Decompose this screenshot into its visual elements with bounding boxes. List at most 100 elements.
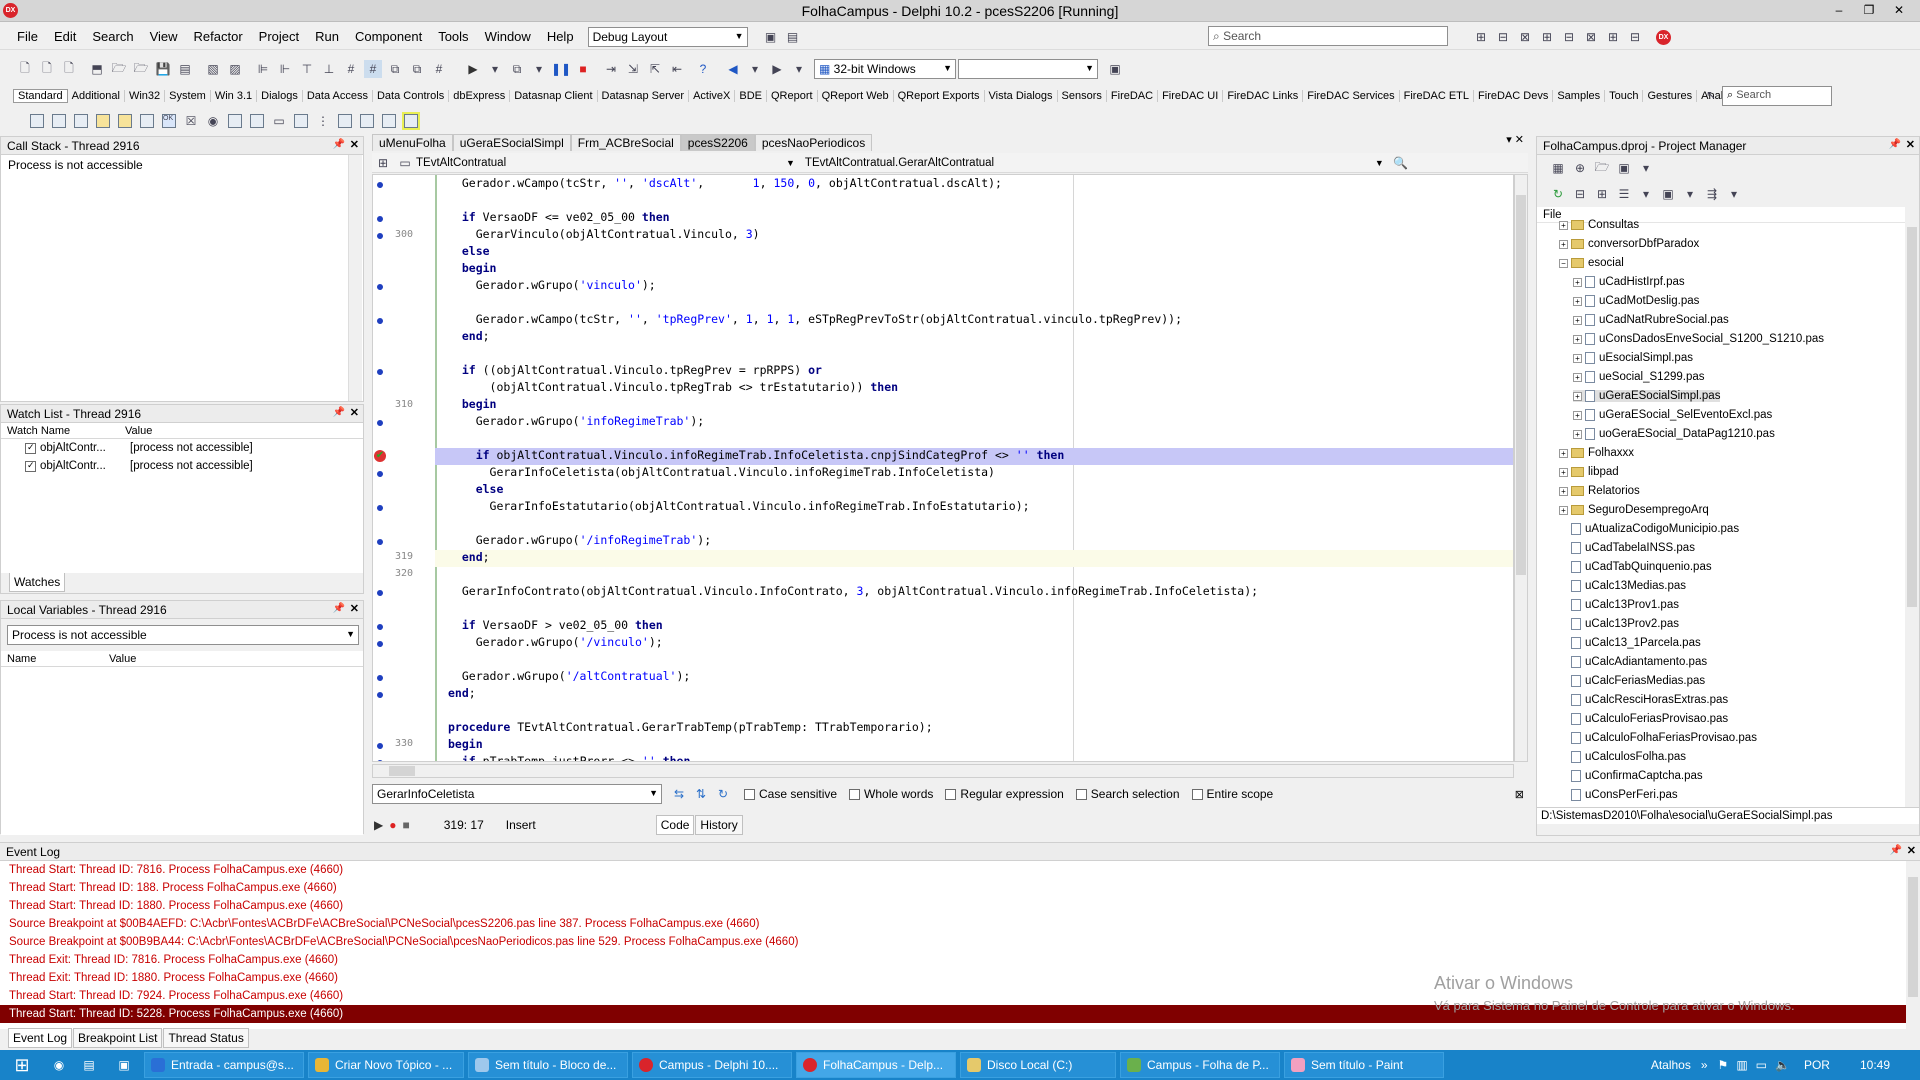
tree-file[interactable]: +uCadTabelaINSS.pas bbox=[1559, 542, 1695, 554]
align-left-icon[interactable]: ⊞ bbox=[1472, 28, 1490, 46]
ide-search-input[interactable]: ⌕ Search bbox=[1208, 26, 1448, 46]
menu-run[interactable]: Run bbox=[307, 29, 347, 44]
project-vscrollbar[interactable] bbox=[1905, 207, 1919, 807]
palette-tab[interactable]: BDE bbox=[735, 90, 767, 102]
unit-icon[interactable]: ▭ bbox=[396, 154, 414, 172]
expand-icon[interactable]: + bbox=[1573, 296, 1582, 306]
grid-icon[interactable]: # bbox=[342, 60, 360, 78]
expand-icon[interactable]: ⊞ bbox=[1593, 185, 1611, 203]
palette-search-input[interactable]: ⌕ Search bbox=[1722, 86, 1832, 106]
open-icon[interactable]: ⬒ bbox=[88, 60, 106, 78]
platform-select[interactable]: ▦ 32-bit Windows ▼ bbox=[814, 59, 956, 79]
tree-file[interactable]: + uCadNatRubreSocial.pas bbox=[1573, 314, 1729, 326]
new-unit-icon[interactable]: 🗋 bbox=[60, 60, 78, 78]
menu-help[interactable]: Help bbox=[539, 29, 582, 44]
expand-icon[interactable]: + bbox=[1573, 277, 1582, 287]
popupmenu-icon[interactable] bbox=[72, 112, 90, 130]
palette-tab[interactable]: QReport Web bbox=[818, 90, 894, 102]
tree-file[interactable]: + ueSocial_S1299.pas bbox=[1573, 371, 1705, 383]
tree-folder[interactable]: − esocial bbox=[1559, 257, 1624, 269]
menu-refactor[interactable]: Refactor bbox=[186, 29, 251, 44]
log-line[interactable]: Thread Start: Thread ID: 1880. Process F… bbox=[0, 897, 1920, 915]
sync-icon[interactable]: ↻ bbox=[1549, 185, 1567, 203]
snap-grid-icon[interactable]: # bbox=[364, 60, 382, 78]
structure-icon[interactable]: ⊞ bbox=[374, 154, 392, 172]
volume-icon[interactable]: 🔈 bbox=[1775, 1058, 1790, 1072]
pin-icon[interactable]: 📌 bbox=[1890, 845, 1902, 856]
tree-file[interactable]: +uCalc13_1Parcela.pas bbox=[1559, 637, 1701, 649]
expand-icon[interactable]: + bbox=[1559, 505, 1568, 515]
deploy-icon[interactable]: ▣ bbox=[1106, 60, 1124, 78]
pin-icon[interactable]: 📌 bbox=[333, 407, 345, 418]
task-delphi-campus[interactable]: Campus - Delphi 10.... bbox=[632, 1052, 792, 1078]
task-explorer[interactable]: Disco Local (C:) bbox=[960, 1052, 1116, 1078]
actionlist-icon[interactable] bbox=[358, 112, 376, 130]
scrollbar-icon[interactable]: ▭ bbox=[270, 112, 288, 130]
tree-folder[interactable]: + SeguroDesempregoArq bbox=[1559, 504, 1709, 516]
close-tab-icon[interactable]: ▾ ✕ bbox=[1506, 133, 1524, 146]
breakpoint-dot-icon[interactable] bbox=[377, 675, 383, 681]
tab-code[interactable]: Code bbox=[655, 815, 695, 835]
breakpoint-dot-icon[interactable] bbox=[377, 505, 383, 511]
radiogroup-icon[interactable]: ⋮ bbox=[314, 112, 332, 130]
breakpoint-dot-icon[interactable] bbox=[377, 743, 383, 749]
tree-folder[interactable]: + Consultas bbox=[1559, 219, 1639, 231]
menu-component[interactable]: Component bbox=[347, 29, 430, 44]
tab-frm-acbresocial[interactable]: Frm_ACBreSocial bbox=[570, 134, 681, 151]
palette-tab[interactable]: Win32 bbox=[125, 90, 166, 102]
remove-file-icon[interactable]: ▨ bbox=[226, 60, 244, 78]
config-select[interactable]: ▼ bbox=[958, 59, 1098, 79]
tree-file[interactable]: +uConfirmaCaptcha.pas bbox=[1559, 770, 1703, 782]
flag-icon[interactable]: ⚑ bbox=[1718, 1058, 1729, 1072]
watch-enabled-checkbox[interactable] bbox=[25, 442, 36, 454]
chevron-down-icon[interactable]: ▾ bbox=[1681, 185, 1699, 203]
palette-tab[interactable]: Datasnap Client bbox=[510, 90, 598, 102]
palette-tab[interactable]: QReport Exports bbox=[894, 90, 985, 102]
palette-tab[interactable]: FireDAC Devs bbox=[1474, 90, 1554, 102]
run-without-debug-icon[interactable]: ⧉ bbox=[508, 60, 526, 78]
breakpoint-dot-icon[interactable] bbox=[377, 760, 383, 761]
project-tree[interactable]: File + Consultas + conversorDbfParadox − esoc… bbox=[1537, 207, 1919, 807]
menu-project[interactable]: Project bbox=[251, 29, 307, 44]
tab-event-log[interactable]: Event Log bbox=[8, 1028, 73, 1048]
menu-window[interactable]: Window bbox=[477, 29, 539, 44]
palette-tab[interactable]: Data Access bbox=[303, 90, 373, 102]
close-icon[interactable]: ✕ bbox=[1906, 138, 1915, 151]
battery-icon[interactable]: ▭ bbox=[1756, 1058, 1767, 1072]
button-icon[interactable]: OK bbox=[160, 112, 178, 130]
pause-icon[interactable]: ❚❚ bbox=[551, 60, 571, 78]
tab-umenufolha[interactable]: uMenuFolha bbox=[372, 134, 453, 151]
chevron-down-icon[interactable]: ▾ bbox=[530, 60, 548, 78]
collapse-icon[interactable]: ⊟ bbox=[1571, 185, 1589, 203]
new-form-icon[interactable]: 🗋 bbox=[38, 60, 56, 78]
edit-icon[interactable] bbox=[116, 112, 134, 130]
show-execution-icon[interactable]: ⇤ bbox=[668, 60, 686, 78]
palette-tab[interactable]: Touch bbox=[1605, 90, 1644, 102]
tree-file[interactable]: +uCadTabQuinquenio.pas bbox=[1559, 561, 1712, 573]
search-text-input[interactable]: GerarInfoCeletista ▼ bbox=[372, 784, 662, 804]
minimize-button[interactable]: – bbox=[1824, 1, 1854, 19]
space-h-icon[interactable]: ⊞ bbox=[1604, 28, 1622, 46]
align-right-icon[interactable]: ⊠ bbox=[1516, 28, 1534, 46]
breakpoint-dot-icon[interactable] bbox=[377, 318, 383, 324]
palette-tab[interactable]: Vista Dialogs bbox=[985, 90, 1058, 102]
palette-tab[interactable]: Data Controls bbox=[373, 90, 450, 102]
event-log-list[interactable]: Thread Start: Thread ID: 7816. Process F… bbox=[0, 861, 1920, 1029]
palette-tab[interactable]: FireDAC Links bbox=[1223, 90, 1304, 102]
close-icon[interactable]: ✕ bbox=[350, 138, 359, 151]
build-icon[interactable]: ▣ bbox=[1659, 185, 1677, 203]
run-icon[interactable]: ▶ bbox=[464, 60, 482, 78]
forward-icon[interactable]: ▶ bbox=[768, 60, 786, 78]
editor-vscroll-thumb[interactable] bbox=[1516, 195, 1526, 575]
new-item-icon[interactable]: ▦ bbox=[1549, 159, 1567, 177]
watch-enabled-checkbox[interactable] bbox=[25, 460, 36, 472]
menu-search[interactable]: Search bbox=[84, 29, 141, 44]
save-all-icon[interactable]: ▤ bbox=[176, 60, 194, 78]
whole-words-checkbox[interactable] bbox=[849, 788, 861, 800]
breakpoint-dot-icon[interactable] bbox=[377, 233, 383, 239]
align-bottom-icon[interactable]: ⊠ bbox=[1582, 28, 1600, 46]
space-v-icon[interactable]: ⊟ bbox=[1626, 28, 1644, 46]
tree-file[interactable]: +uCalc13Prov2.pas bbox=[1559, 618, 1679, 630]
tab-pcesnaoperiodicos[interactable]: pcesNaoPeriodicos bbox=[754, 134, 873, 151]
mainmenu-icon[interactable] bbox=[50, 112, 68, 130]
